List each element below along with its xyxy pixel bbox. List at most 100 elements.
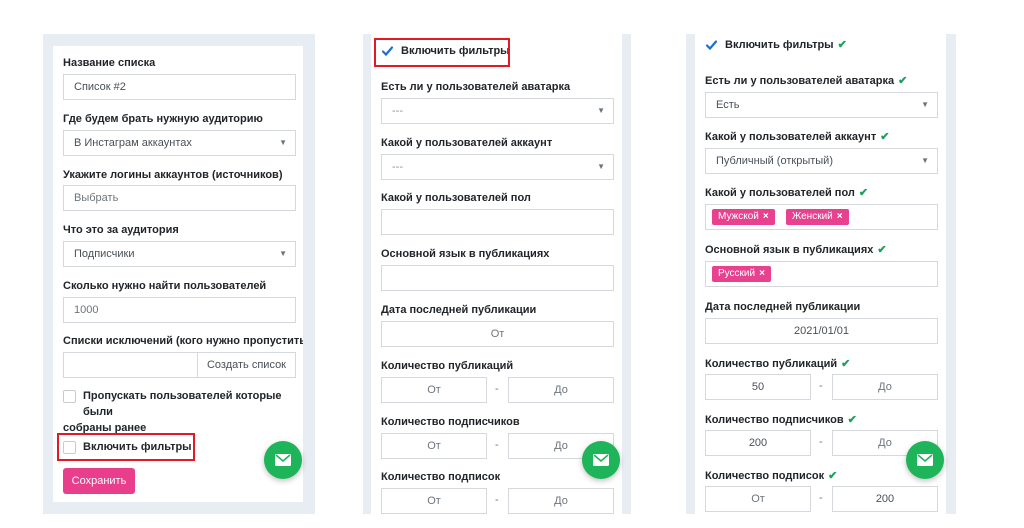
last-post-input[interactable]: 2021/01/01	[705, 318, 938, 344]
chevron-down-icon: ▼	[921, 100, 929, 109]
followers-from-input[interactable]: 200	[705, 430, 811, 456]
posts-label: Количество публикаций ✔	[705, 357, 850, 370]
check-icon: ✔	[880, 131, 890, 143]
account-label-text: Какой у пользователей аккаунт	[705, 131, 877, 143]
highlight-frame	[374, 38, 510, 67]
audience-source-label: Где будем брать нужную аудиторию	[63, 113, 263, 125]
gender-label: Какой у пользователей пол ✔	[705, 186, 868, 199]
audience-type-label: Что это за аудитория	[63, 224, 179, 236]
followers-from-input[interactable]: От	[381, 433, 487, 459]
tag-remove-icon[interactable]: ×	[759, 268, 765, 279]
mail-icon	[593, 454, 609, 466]
enable-filters-label: Включить фильтры ✔	[725, 37, 847, 53]
save-button[interactable]: Сохранить	[63, 468, 135, 494]
check-icon: ✔	[837, 39, 847, 51]
contact-fab-button[interactable]	[906, 441, 944, 479]
posts-to-input[interactable]: До	[508, 377, 614, 403]
chevron-down-icon: ▼	[279, 249, 287, 258]
posts-label: Количество публикаций	[381, 360, 514, 372]
following-label: Количество подписок ✔	[705, 469, 837, 482]
chevron-down-icon: ▼	[279, 138, 287, 147]
tag-remove-icon[interactable]: ×	[837, 211, 843, 222]
gender-tag-input[interactable]: Мужской × Женский ×	[705, 204, 938, 230]
audience-source-value: В Инстаграм аккаунтах	[74, 137, 192, 149]
last-post-label: Дата последней публикации	[705, 301, 861, 313]
language-tag-input[interactable]: Русский ×	[705, 261, 938, 287]
skip-collected-label: Пропускать пользователей которые были со…	[63, 388, 298, 436]
range-dash: -	[495, 494, 499, 506]
account-select[interactable]: Публичный (открытый) ▼	[705, 148, 938, 174]
language-input[interactable]	[381, 265, 614, 291]
avatar-label-text: Есть ли у пользователей аватарка	[705, 75, 895, 87]
avatar-value: ---	[392, 105, 403, 117]
range-dash: -	[819, 436, 823, 448]
account-value: Публичный (открытый)	[716, 155, 833, 167]
check-icon: ✔	[847, 414, 857, 426]
account-value: ---	[392, 161, 403, 173]
language-label-text: Основной язык в публикациях	[705, 244, 874, 256]
mail-icon	[275, 454, 291, 466]
avatar-select[interactable]: Есть ▼	[705, 92, 938, 118]
posts-label-text: Количество публикаций	[705, 358, 838, 370]
range-dash: -	[495, 439, 499, 451]
list-name-input[interactable]: Список #2	[63, 74, 296, 100]
posts-from-input[interactable]: 50	[705, 374, 811, 400]
logins-input[interactable]: Выбрать	[63, 185, 296, 211]
skip-collected-checkbox[interactable]	[63, 390, 76, 403]
gender-input[interactable]	[381, 209, 614, 235]
tag-text: Мужской	[718, 211, 759, 222]
account-label: Какой у пользователей аккаунт ✔	[705, 130, 889, 143]
language-tag-russian[interactable]: Русский ×	[712, 266, 771, 282]
gender-tag-female[interactable]: Женский ×	[786, 209, 849, 225]
range-dash: -	[819, 380, 823, 392]
count-input[interactable]: 1000	[63, 297, 296, 323]
avatar-label: Есть ли у пользователей аватарка	[381, 81, 571, 93]
create-list-button[interactable]: Создать список	[197, 352, 296, 378]
check-icon: ✔	[841, 358, 851, 370]
account-select[interactable]: --- ▼	[381, 154, 614, 180]
posts-from-input[interactable]: От	[381, 377, 487, 403]
check-icon: ✔	[828, 470, 838, 482]
following-to-input[interactable]: До	[508, 488, 614, 514]
following-to-input[interactable]: 200	[832, 486, 938, 512]
chevron-down-icon: ▼	[597, 106, 605, 115]
avatar-value: Есть	[716, 99, 740, 111]
chevron-down-icon: ▼	[921, 156, 929, 165]
enable-filters-text: Включить фильтры	[725, 39, 834, 51]
check-icon: ✔	[898, 75, 908, 87]
following-from-input[interactable]: От	[381, 488, 487, 514]
gender-label-text: Какой у пользователей пол	[705, 187, 855, 199]
avatar-select[interactable]: --- ▼	[381, 98, 614, 124]
gender-label: Какой у пользователей пол	[381, 192, 531, 204]
exclusions-label: Списки исключений (кого нужно пропустить…	[63, 335, 303, 347]
exclusions-input[interactable]	[63, 352, 198, 378]
count-label: Сколько нужно найти пользователей	[63, 280, 267, 292]
audience-source-select[interactable]: В Инстаграм аккаунтах ▼	[63, 130, 296, 156]
checkmark-icon	[705, 39, 718, 52]
enable-filters-checkbox-checked[interactable]	[705, 39, 718, 52]
audience-type-select[interactable]: Подписчики ▼	[63, 241, 296, 267]
audience-type-value: Подписчики	[74, 248, 135, 260]
tag-text: Женский	[792, 211, 833, 222]
tag-text: Русский	[718, 268, 756, 279]
following-label: Количество подписок	[381, 471, 501, 483]
check-icon: ✔	[858, 187, 869, 199]
skip-collected-line-1: Пропускать пользователей которые были	[83, 390, 282, 418]
check-icon: ✔	[877, 244, 887, 256]
last-post-input[interactable]: От	[381, 321, 614, 347]
chevron-down-icon: ▼	[597, 162, 605, 171]
following-label-text: Количество подписок	[705, 470, 825, 482]
followers-label: Количество подписчиков ✔	[705, 413, 857, 426]
following-from-input[interactable]: От	[705, 486, 811, 512]
panel-2-card: Включить фильтры Есть ли у пользователей…	[371, 34, 622, 514]
tag-remove-icon[interactable]: ×	[763, 211, 769, 222]
posts-to-input[interactable]: До	[832, 374, 938, 400]
gender-tag-male[interactable]: Мужской ×	[712, 209, 775, 225]
followers-label-text: Количество подписчиков	[705, 414, 844, 426]
contact-fab-button[interactable]	[264, 441, 302, 479]
last-post-label: Дата последней публикации	[381, 304, 537, 316]
account-label: Какой у пользователей аккаунт	[381, 137, 553, 149]
range-dash: -	[819, 492, 823, 504]
followers-label: Количество подписчиков	[381, 416, 520, 428]
contact-fab-button[interactable]	[582, 441, 620, 479]
